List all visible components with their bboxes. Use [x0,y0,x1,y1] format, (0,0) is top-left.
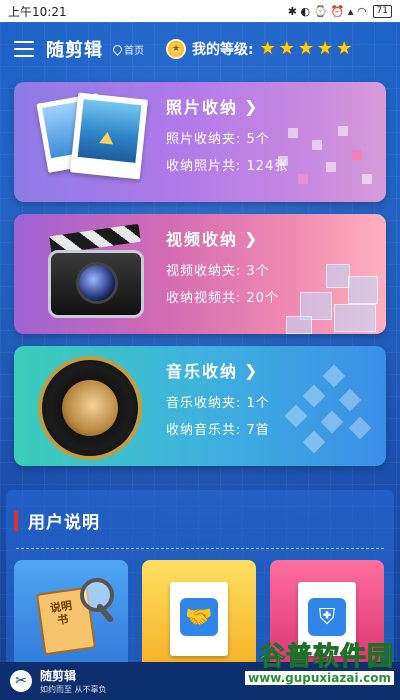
section-marker [14,510,18,531]
music-folder-count: 音乐收纳夹: 1个 [166,396,270,411]
app-header: 随剪辑 首页 ★ 我的等级: ★ ★ ★ ★ ★ [0,22,400,76]
glass-boxes-decoration [286,256,382,334]
photo-folder-count: 照片收纳夹: 5个 [166,132,270,147]
home-label: 首页 [124,45,144,57]
vinyl-record-illustration [42,360,138,456]
clapperboard-illustration [44,223,150,324]
user-guide-section: 用户说明 说明书 🤝 ⛨ [6,490,394,670]
star-icon: ★ [297,38,315,59]
star-icon: ★ [317,38,334,59]
music-title-text: 音乐收纳 [166,362,239,381]
guide-title: 用户说明 [28,513,100,533]
chevron-right-icon: ❯ [244,360,260,380]
handshake-icon: 🤝 [180,598,218,636]
status-indicators: ✱ ◐ ⌚ ⏰ ▴ ◠ 71 [287,4,392,18]
video-title-text: 视频收纳 [166,230,239,249]
menu-icon[interactable] [14,41,34,57]
shield-icon: ⛨ [308,598,346,636]
video-storage-card[interactable]: 视频收纳 ❯ 视频收纳夹: 3个 收纳视频共: 20个 [14,214,386,334]
music-total-count: 收纳音乐共: 7首 [166,423,270,438]
battery-icon: 71 [372,4,392,18]
music-storage-card[interactable]: 音乐收纳 ❯ 音乐收纳夹: 1个 收纳音乐共: 7首 [14,346,386,466]
document-icon: ⛨ [298,582,356,656]
bottom-app-name: 随剪辑 [40,669,77,683]
status-bar: 上午10:21 ✱ ◐ ⌚ ⏰ ▴ ◠ 71 [0,0,400,22]
privacy-tile[interactable]: ⛨ [270,560,384,670]
photo-total-count: 收纳照片共: 124张 [166,159,289,174]
guide-header: 用户说明 [14,508,100,533]
status-icons: ✱ ◐ ⌚ ⏰ ▴ ◠ [287,4,367,18]
music-card-title: 音乐收纳 ❯ [166,358,259,382]
star-icon: ★ [336,38,353,59]
status-time: 上午10:21 [8,4,67,19]
agreement-tile[interactable]: 🤝 [142,560,256,670]
document-icon: 🤝 [170,582,228,656]
video-folder-count: 视频收纳夹: 3个 [166,264,270,279]
level-label: 我的等级: [192,42,254,58]
location-pin-icon [111,42,124,56]
level-stars: ★ ★ ★ ★ ★ [260,40,353,58]
app-title: 随剪辑 [46,40,103,61]
video-card-title: 视频收纳 ❯ [166,226,259,250]
bottom-bar: ✂ 随剪辑 如约而至 从不辜负 [0,662,400,700]
chevron-right-icon: ❯ [244,228,260,248]
level-badge-icon: ★ [166,39,186,59]
photo-card-title: 照片收纳 ❯ [166,94,259,118]
star-icon: ★ [278,38,295,59]
book-label: 说明书 [49,599,73,628]
manual-tile[interactable]: 说明书 [14,560,128,670]
chevron-right-icon: ❯ [244,96,260,116]
star-icon: ★ [259,38,276,59]
video-total-count: 收纳视频共: 20个 [166,291,280,306]
diamond-decoration [276,364,376,456]
scissors-icon: ✂ [10,670,32,692]
bottom-slogan: 如约而至 从不辜负 [40,685,107,694]
photo-title-text: 照片收纳 [166,98,239,117]
photo-illustration [36,88,152,188]
divider [16,548,384,549]
photo-storage-card[interactable]: 照片收纳 ❯ 照片收纳夹: 5个 收纳照片共: 124张 [14,82,386,202]
home-link[interactable]: 首页 [111,42,144,57]
